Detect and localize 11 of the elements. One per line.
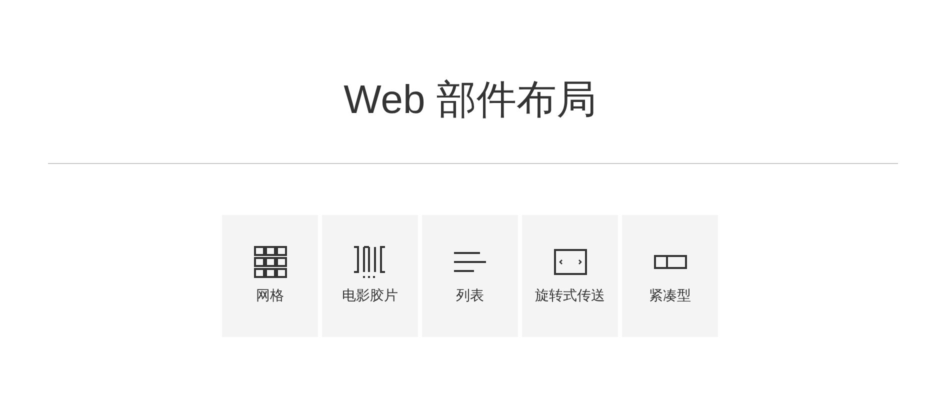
page-title: Web 部件布局: [342, 77, 598, 124]
compact-icon: [654, 255, 687, 269]
grid-icon: [254, 246, 287, 278]
layout-option[interactable]: 网格: [222, 215, 318, 337]
layout-option[interactable]: 旋转式传送: [522, 215, 618, 337]
carousel-icon: [554, 249, 587, 275]
filmstrip-icon: [354, 246, 387, 278]
layout-option[interactable]: 列表: [422, 215, 518, 337]
layout-option[interactable]: 紧凑型: [622, 215, 718, 337]
list-icon: [454, 252, 487, 272]
layout-option[interactable]: 电影胶片: [322, 215, 418, 337]
